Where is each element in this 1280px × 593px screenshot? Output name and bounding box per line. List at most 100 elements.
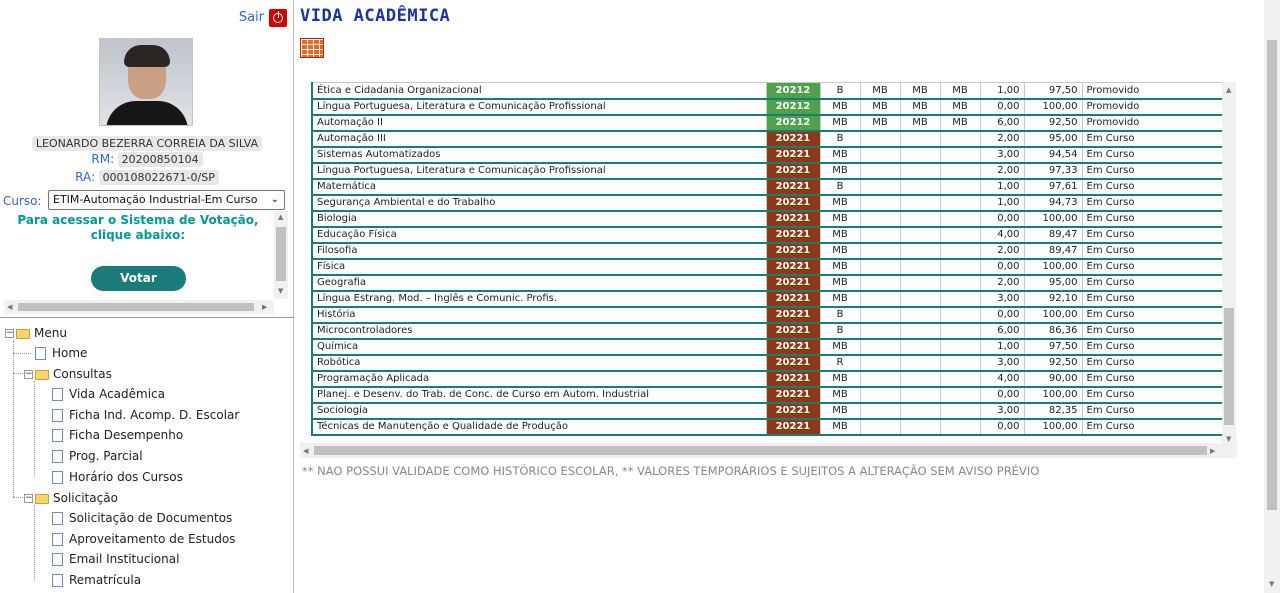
year-cell: 20221 — [765, 322, 821, 340]
grade-3-cell — [899, 258, 941, 276]
tree-node-prog-parcial[interactable]: Prog. Parcial — [52, 447, 143, 465]
grade-1-cell: MB — [819, 210, 861, 228]
absences-cell: 2,00 — [979, 130, 1025, 148]
tree-node-vida-academica[interactable]: Vida Acadêmica — [52, 385, 165, 403]
grade-3-cell — [899, 306, 941, 324]
subject-cell: Língua Estrang. Mod. – Inglês e Comunic.… — [311, 290, 767, 308]
tree-node-solicitacao-documentos[interactable]: Solicitação de Documentos — [52, 509, 232, 527]
absences-cell: 3,00 — [979, 290, 1025, 308]
status-cell: Em Curso — [1081, 402, 1226, 420]
frequency-cell: 97,33 — [1023, 162, 1083, 180]
grade-4-cell — [939, 402, 981, 420]
grade-4-cell — [939, 370, 981, 388]
grade-1-cell: R — [819, 354, 861, 372]
absences-cell: 4,00 — [979, 226, 1025, 244]
grade-3-cell — [899, 290, 941, 308]
absences-cell: 1,00 — [979, 82, 1025, 100]
grade-4-cell — [939, 130, 981, 148]
year-cell: 20221 — [765, 258, 821, 276]
grade-2-cell — [859, 130, 901, 148]
tree-node-email-institucional[interactable]: Email Institucional — [52, 550, 179, 568]
grade-3-cell — [899, 354, 941, 372]
frequency-cell: 90,00 — [1023, 370, 1083, 388]
grade-4-cell — [939, 226, 981, 244]
grade-2-cell — [859, 418, 901, 436]
tree-node-ficha-ind-acomp[interactable]: Ficha Ind. Acomp. D. Escolar — [52, 406, 239, 424]
grade-4-cell — [939, 194, 981, 212]
scroll-down-icon[interactable]: ▼ — [1269, 580, 1274, 588]
scroll-down-icon[interactable]: ▼ — [278, 287, 283, 295]
scroll-thumb[interactable] — [276, 227, 286, 281]
table-row: Sistemas Automatizados 20221 MB 3,00 94,54 Em… — [311, 146, 1226, 164]
scroll-thumb[interactable] — [1224, 308, 1234, 425]
scroll-down-icon[interactable]: ▼ — [1226, 435, 1231, 443]
absences-cell: 0,00 — [979, 418, 1025, 436]
vote-frame-vertical-scrollbar[interactable]: ▲ ▼ — [274, 211, 288, 299]
table-row: Química 20221 MB 1,00 97,50 Em Curso — [311, 338, 1226, 356]
tree-node-aproveitamento-estudos[interactable]: Aproveitamento de Estudos — [52, 530, 235, 548]
tree-node-ficha-desempenho[interactable]: Ficha Desempenho — [52, 426, 183, 444]
tree-label: Ficha Desempenho — [69, 428, 184, 442]
grade-3-cell — [899, 242, 941, 260]
tree-label: Vida Acadêmica — [69, 387, 165, 401]
tree-node-consultas[interactable]: − Consultas — [24, 365, 112, 383]
year-cell: 20221 — [765, 402, 821, 420]
vote-message: Para acessar o Sistema de Votação, cliqu… — [0, 213, 276, 243]
scroll-up-icon[interactable]: ▲ — [278, 213, 283, 221]
grades-table-body: Ética e Cidadania Organizacional 20212 B MB… — [311, 82, 1226, 436]
grade-2-cell: MB — [859, 82, 901, 100]
table-row: Segurança Ambiental e do Trabalho 20221 MB… — [311, 194, 1226, 212]
curso-select[interactable]: ETIM-Automação Industrial-Em Curso ⌄ — [48, 190, 285, 210]
tree-node-menu[interactable]: − Menu — [5, 324, 67, 342]
table-row: Programação Aplicada 20221 MB 4,00 90,00 Em C… — [311, 370, 1226, 388]
subject-cell: Microcontroladores — [311, 322, 767, 340]
table-grid-icon[interactable] — [300, 38, 324, 58]
grid-horizontal-scrollbar[interactable]: ◀ ▶ — [300, 443, 1221, 458]
scroll-up-icon[interactable]: ▲ — [1226, 86, 1231, 94]
scroll-right-icon[interactable]: ▶ — [1210, 447, 1215, 455]
table-row: Filosofia 20221 MB 2,00 89,47 Em Curso — [311, 242, 1226, 260]
absences-cell: 2,00 — [979, 162, 1025, 180]
grade-4-cell — [939, 322, 981, 340]
table-row: Sociologia 20221 MB 3,00 82,35 Em Curso — [311, 402, 1226, 420]
grid-vertical-scrollbar[interactable]: ▲ — [1222, 82, 1236, 437]
scroll-thumb[interactable] — [1267, 40, 1277, 510]
frequency-cell: 97,61 — [1023, 178, 1083, 196]
scroll-thumb[interactable] — [18, 303, 254, 311]
collapse-icon[interactable]: − — [24, 494, 33, 503]
grade-3-cell — [899, 338, 941, 356]
folder-icon — [35, 369, 49, 380]
scroll-left-icon[interactable]: ◀ — [303, 447, 308, 455]
collapse-icon[interactable]: − — [24, 370, 33, 379]
table-row: Educação Física 20221 MB 4,00 89,47 Em Curso — [311, 226, 1226, 244]
absences-cell: 3,00 — [979, 146, 1025, 164]
tree-node-solicitacao[interactable]: − Solicitação — [24, 489, 118, 507]
vote-frame-horizontal-scrollbar[interactable]: ◀ ▶ — [4, 300, 274, 314]
collapse-icon[interactable]: − — [5, 329, 14, 338]
grade-4-cell — [939, 274, 981, 292]
vote-button[interactable]: Votar — [91, 266, 186, 291]
status-cell: Em Curso — [1081, 306, 1226, 324]
tree-node-rematricula[interactable]: Rematrícula — [52, 571, 141, 589]
status-cell: Em Curso — [1081, 338, 1226, 356]
scroll-left-icon[interactable]: ◀ — [7, 303, 12, 311]
grade-2-cell — [859, 194, 901, 212]
table-row: Automação II 20212 MB MB MB MB 6,00 92,50 Promov… — [311, 114, 1226, 132]
tree-node-horario-cursos[interactable]: Horário dos Cursos — [52, 468, 183, 486]
year-cell: 20212 — [765, 82, 821, 100]
subject-cell: Ética e Cidadania Organizacional — [311, 82, 767, 100]
page-vertical-scrollbar[interactable]: ▼ — [1264, 0, 1280, 593]
tree-node-home[interactable]: Home — [35, 344, 87, 362]
power-icon[interactable] — [269, 9, 287, 27]
scroll-right-icon[interactable]: ▶ — [262, 303, 267, 311]
page-icon — [52, 533, 63, 546]
table-row: Microcontroladores 20221 B 6,00 86,36 Em Curs… — [311, 322, 1226, 340]
absences-cell: 6,00 — [979, 114, 1025, 132]
grade-1-cell: MB — [819, 338, 861, 356]
scroll-thumb[interactable] — [314, 446, 1207, 455]
logout-link[interactable]: Sair — [239, 10, 264, 25]
frequency-cell: 89,47 — [1023, 226, 1083, 244]
grade-3-cell — [899, 370, 941, 388]
absences-cell: 6,00 — [979, 322, 1025, 340]
grade-2-cell — [859, 370, 901, 388]
